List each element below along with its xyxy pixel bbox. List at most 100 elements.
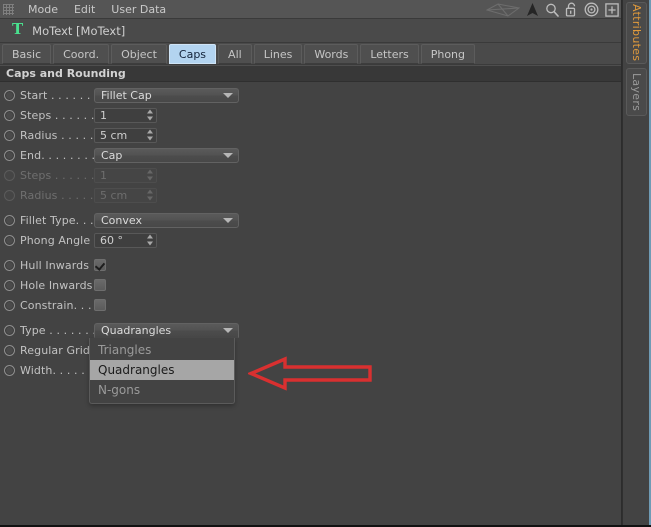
animation-track-dot-icon[interactable] (4, 129, 15, 141)
cursor-arrow-icon[interactable] (526, 2, 539, 17)
param-row-end-radius: Radius . . . . . 5 cm (0, 185, 621, 205)
chevron-down-icon (223, 93, 233, 98)
search-icon[interactable] (545, 3, 559, 17)
dropdown-option-n-gons[interactable]: N-gons (90, 380, 234, 400)
start-radius-input[interactable]: 5 cm (94, 127, 157, 143)
end-cap-dropdown[interactable]: Cap (94, 147, 239, 163)
end-radius-input: 5 cm (94, 187, 157, 203)
vertical-tab-layers-label: Layers (630, 72, 643, 112)
animation-track-dot-icon[interactable] (4, 234, 15, 246)
animation-track-dot-icon[interactable] (4, 149, 15, 161)
attribute-manager-panel: Mode Edit User Data T MoText [MoText] Ba… (0, 0, 622, 525)
animation-track-dot-icon (4, 169, 15, 181)
fillet-type-dropdown[interactable]: Convex (94, 212, 239, 228)
end-steps-input: 1 (94, 167, 157, 183)
animation-track-dot-icon[interactable] (4, 109, 15, 121)
hole-inwards-checkbox[interactable] (94, 279, 106, 291)
spinner-icon[interactable] (146, 234, 153, 246)
param-label-end: End. . . . . . . . (20, 148, 94, 162)
chevron-down-icon (223, 328, 233, 333)
animation-track-dot-icon[interactable] (4, 344, 15, 356)
animation-track-dot-icon[interactable] (4, 89, 15, 101)
end-radius-value: 5 cm (100, 188, 128, 202)
start-steps-input[interactable]: 1 (94, 107, 157, 123)
animation-track-dot-icon[interactable] (4, 259, 15, 271)
end-steps-value: 1 (100, 168, 107, 182)
spinner-icon[interactable] (146, 129, 153, 141)
param-row-start-steps: Steps . . . . . . 1 (0, 105, 621, 125)
animation-track-dot-icon[interactable] (4, 214, 15, 226)
vertical-tab-attributes-label: Attributes (630, 4, 643, 62)
start-cap-value: Fillet Cap (101, 88, 152, 102)
start-cap-dropdown[interactable]: Fillet Cap (94, 87, 239, 103)
tab-lines[interactable]: Lines (253, 44, 303, 64)
param-row-start-radius: Radius . . . . . 5 cm (0, 125, 621, 145)
animation-track-dot-icon[interactable] (4, 364, 15, 376)
tab-letters[interactable]: Letters (360, 44, 419, 64)
parameter-list: Start . . . . . . . Fillet Cap Steps . .… (0, 82, 621, 380)
dropdown-option-triangles[interactable]: Triangles (90, 340, 234, 360)
tab-caps[interactable]: Caps (168, 44, 217, 64)
param-label-phong-angle: Phong Angle (20, 233, 91, 247)
param-row-phong-angle: Phong Angle 60 ° (0, 230, 621, 250)
add-box-icon[interactable] (605, 2, 619, 17)
menu-item-mode[interactable]: Mode (20, 0, 66, 19)
param-label-regular-grid: Regular Grid (20, 343, 90, 357)
menu-item-edit[interactable]: Edit (66, 0, 103, 19)
phong-angle-value: 60 ° (100, 233, 123, 247)
spinner-icon (146, 189, 153, 201)
start-radius-value: 5 cm (100, 128, 128, 142)
right-tab-rail: Attributes Layers (622, 0, 651, 525)
param-row-fillet-type: Fillet Type. . . Convex (0, 210, 621, 230)
animation-track-dot-icon[interactable] (4, 324, 15, 336)
fillet-type-value: Convex (101, 213, 142, 227)
attribute-tab-strip: Basic Coord. Object Caps All Lines Words… (0, 43, 621, 65)
lock-open-icon[interactable] (565, 2, 578, 17)
tab-basic[interactable]: Basic (2, 44, 52, 64)
menu-bar: Mode Edit User Data (0, 0, 621, 19)
chevron-down-icon (223, 218, 233, 223)
param-label-hull-inwards: Hull Inwards (20, 258, 90, 272)
dropdown-option-quadrangles[interactable]: Quadrangles (90, 360, 234, 380)
param-label-start-steps: Steps . . . . . . (20, 108, 94, 122)
mesh-shape-icon[interactable] (486, 2, 520, 17)
param-row-hull-inwards: Hull Inwards (0, 255, 621, 275)
param-row-type: Type . . . . . . . Quadrangles (0, 320, 621, 340)
param-label-start: Start . . . . . . . (20, 88, 94, 102)
param-label-fillet-type: Fillet Type. . . (20, 213, 94, 227)
animation-track-dot-icon (4, 189, 15, 201)
param-label-type: Type . . . . . . . (20, 323, 94, 337)
type-dropdown[interactable]: Quadrangles (94, 322, 239, 338)
spinner-icon (146, 169, 153, 181)
param-label-width: Width. . . . . . . (20, 363, 94, 377)
motext-t-icon: T (12, 20, 24, 38)
tab-coord[interactable]: Coord. (53, 44, 110, 64)
phong-angle-input[interactable]: 60 ° (94, 232, 157, 248)
tab-words[interactable]: Words (304, 44, 359, 64)
tab-all[interactable]: All (218, 44, 252, 64)
start-steps-value: 1 (100, 108, 107, 122)
hull-inwards-checkbox[interactable] (94, 259, 106, 271)
animation-track-dot-icon[interactable] (4, 299, 15, 311)
constrain-checkbox[interactable] (94, 299, 106, 311)
group-header-caps-and-rounding: Caps and Rounding (0, 65, 621, 82)
param-label-end-radius: Radius . . . . . (20, 188, 94, 202)
application-window: Mode Edit User Data T MoText [MoText] Ba… (0, 0, 651, 527)
tab-phong[interactable]: Phong (420, 44, 476, 64)
param-row-constrain: Constrain. . . (0, 295, 621, 315)
drag-grip-icon[interactable] (3, 3, 14, 15)
animation-track-dot-icon[interactable] (4, 279, 15, 291)
param-label-end-steps: Steps . . . . . . (20, 168, 94, 182)
param-row-end: End. . . . . . . . Cap (0, 145, 621, 165)
menu-bar-icon-group (486, 0, 619, 19)
target-icon[interactable] (584, 2, 599, 17)
menu-item-user-data[interactable]: User Data (103, 0, 174, 19)
param-row-start: Start . . . . . . . Fillet Cap (0, 85, 621, 105)
vertical-tab-attributes[interactable]: Attributes (626, 2, 647, 64)
object-header: T MoText [MoText] (0, 19, 621, 43)
param-label-constrain: Constrain. . . (20, 298, 92, 312)
spinner-icon[interactable] (146, 109, 153, 121)
vertical-tab-layers[interactable]: Layers (626, 68, 647, 116)
tab-object[interactable]: Object (111, 44, 167, 64)
param-row-hole-inwards: Hole Inwards (0, 275, 621, 295)
